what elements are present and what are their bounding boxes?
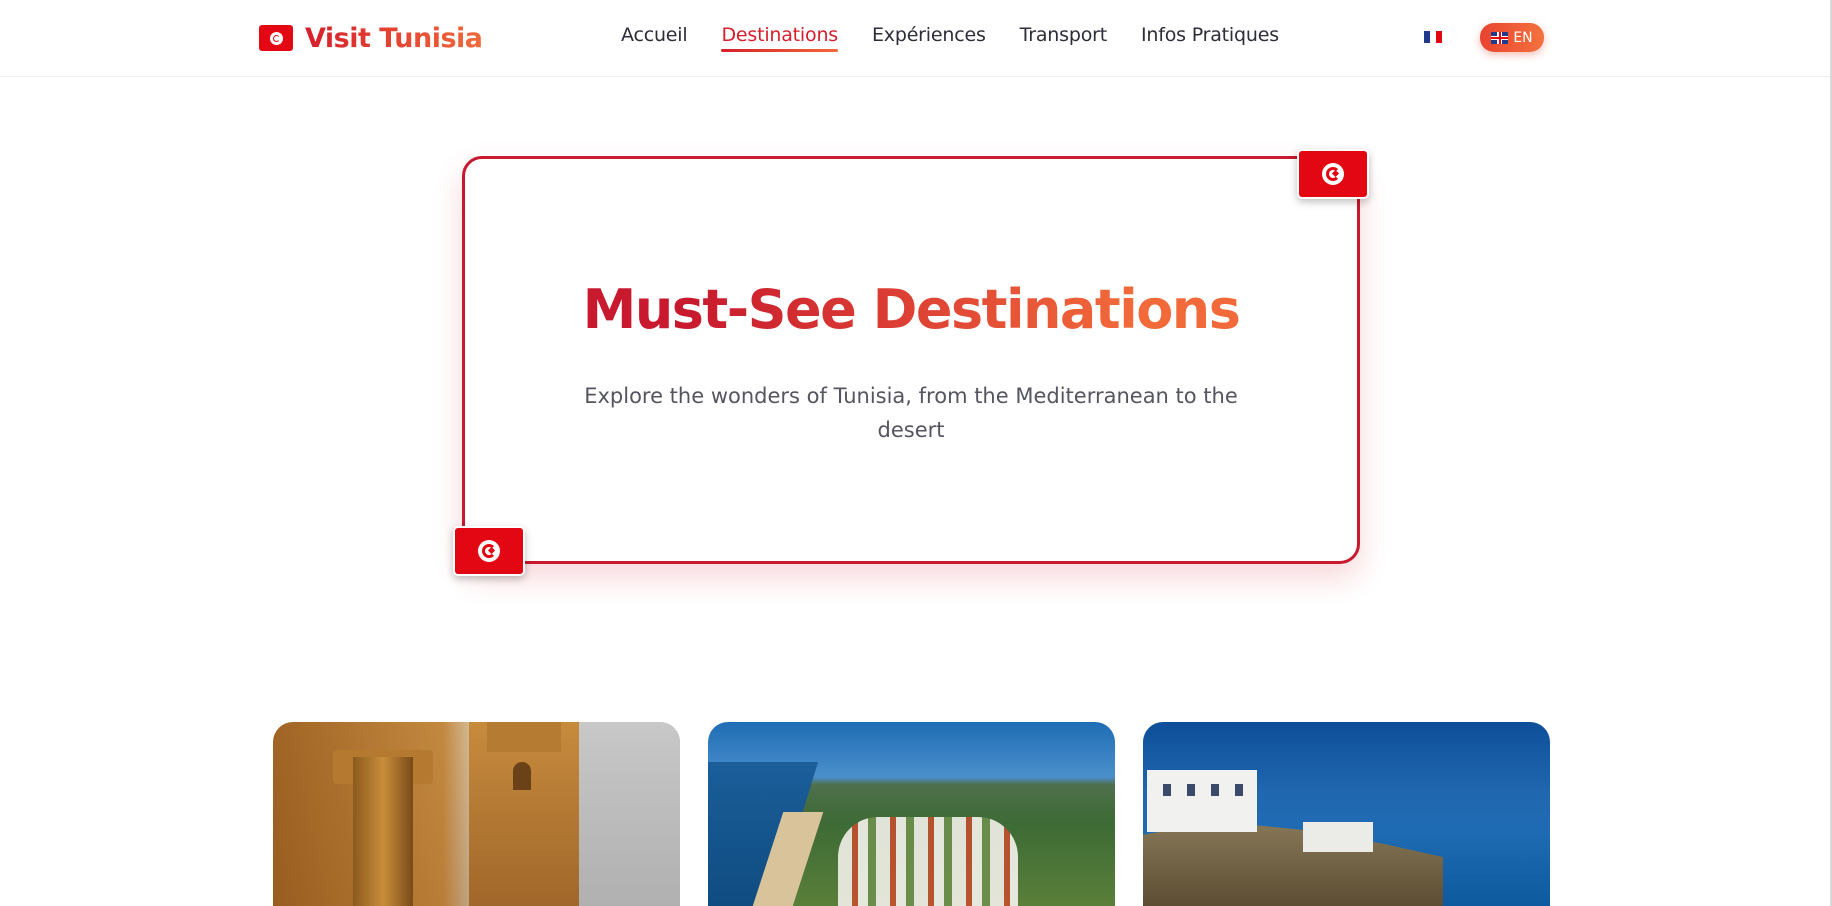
nav-item-destinations[interactable]: Destinations — [721, 24, 838, 52]
destination-card-kairouan[interactable] — [273, 722, 680, 906]
hero-card — [462, 156, 1360, 564]
nav-item-accueil[interactable]: Accueil — [621, 24, 688, 52]
page-title: Must-See Destinations — [462, 278, 1360, 341]
destination-card-village[interactable] — [1143, 722, 1550, 906]
site-header: Visit Tunisia Accueil Destinations Expér… — [0, 0, 1830, 77]
nav-item-infos-pratiques[interactable]: Infos Pratiques — [1141, 24, 1279, 52]
nav-item-experiences[interactable]: Expériences — [872, 24, 986, 52]
france-flag-icon[interactable] — [1424, 31, 1442, 43]
language-label: EN — [1513, 29, 1533, 46]
language-switch-button[interactable]: EN — [1480, 23, 1544, 52]
nav-item-transport[interactable]: Transport — [1020, 24, 1108, 52]
main-nav: Accueil Destinations Expériences Transpo… — [621, 24, 1313, 52]
brand-logo[interactable]: Visit Tunisia — [259, 21, 483, 55]
uk-flag-icon — [1491, 31, 1509, 44]
tunisia-flag-icon — [453, 526, 525, 576]
brand-title: Visit Tunisia — [305, 22, 483, 54]
tunisia-flag-icon — [259, 25, 293, 51]
destination-card-coast[interactable] — [708, 722, 1115, 906]
hero-subtitle: Explore the wonders of Tunisia, from the… — [584, 384, 1238, 442]
tunisia-flag-icon — [1297, 149, 1369, 199]
